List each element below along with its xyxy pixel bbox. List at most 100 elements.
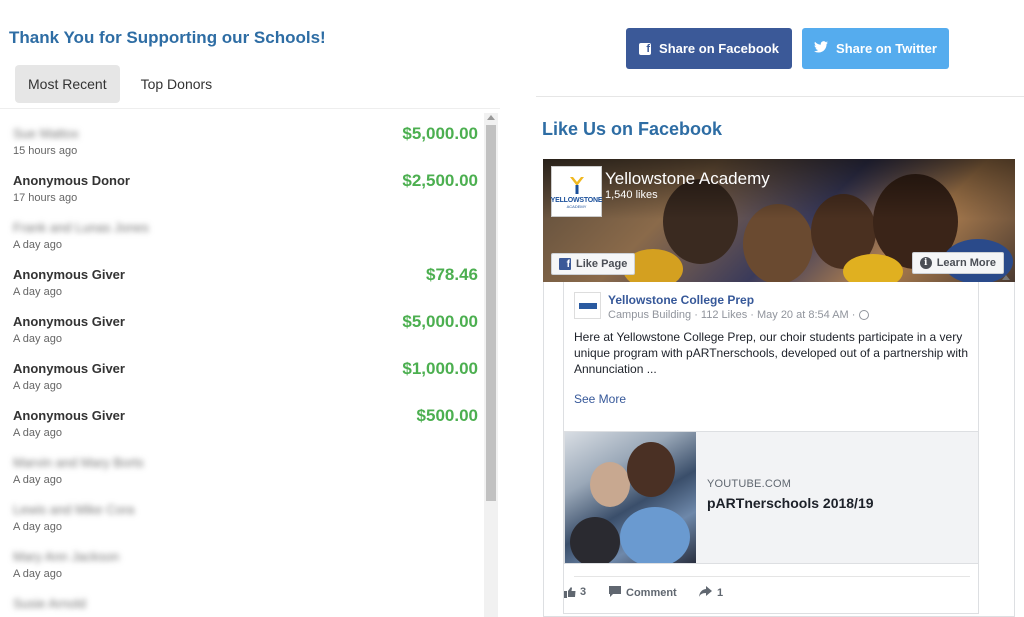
post-author-avatar[interactable] [574,292,601,319]
yellowstone-logo-icon [567,175,587,195]
donor-time: A day ago [13,568,62,580]
donor-time: A day ago [13,333,62,345]
divider [0,108,500,109]
list-item: Anonymous Giver A day ago $500.00 [0,395,484,442]
donor-tabs: Most Recent Top Donors [15,65,225,103]
share-twitter-label: Share on Twitter [836,41,937,56]
divider [536,96,1024,97]
donor-amount: $5,000.00 [402,312,478,331]
share-arrow-icon [699,586,712,600]
share-on-facebook-button[interactable]: f Share on Facebook [626,28,792,69]
like-page-label: Like Page [576,258,628,270]
list-item: Susie Arnold [0,583,484,617]
list-item: Frank and Lunas Jones A day ago [0,207,484,254]
link-thumbnail [565,432,696,563]
list-item: Lewis and Mike Cora A day ago [0,489,484,536]
learn-more-button[interactable]: i Learn More [911,252,1004,274]
thumbnail-shape [620,507,690,563]
like-count: 3 [580,586,587,598]
share-action[interactable]: 1 [699,586,723,600]
page-logo[interactable]: YELLOWSTONE ACADEMY [550,166,603,217]
see-more-link[interactable]: See More [574,392,626,406]
thumbnail-shape [627,442,675,497]
donor-amount: $2,500.00 [402,171,478,190]
scroll-up-icon[interactable] [487,115,495,120]
post-text: Here at Yellowstone College Prep, our ch… [574,330,969,376]
donor-time: 15 hours ago [13,145,78,157]
donor-time: A day ago [13,239,62,251]
post-author[interactable]: Yellowstone College Prep [608,293,754,307]
facebook-post: Yellowstone College Prep Campus Building… [563,282,979,614]
share-count: 1 [717,587,724,599]
like-page-button[interactable]: f Like Page [551,253,636,275]
link-domain: YOUTUBE.COM [707,478,792,490]
comment-label: Comment [626,587,677,599]
link-preview-card[interactable]: YOUTUBE.COM pARTnerschools 2018/19 [564,431,979,564]
thumbnail-shape [570,517,620,563]
donor-amount: $78.46 [426,265,478,284]
facebook-page-likes: 1,540 likes [605,189,658,201]
list-item: Mary Ann Jackson A day ago [0,536,484,583]
donor-name: Lewis and Mike Cora [13,502,135,517]
facebook-icon: f [559,258,571,270]
facebook-icon: f [639,42,652,55]
donor-time: A day ago [13,474,62,486]
donor-name: Mary Ann Jackson [13,549,120,564]
donor-panel: Thank You for Supporting our Schools! Mo… [0,0,500,617]
logo-subtext: ACADEMY [566,203,587,209]
list-item: Anonymous Donor 17 hours ago $2,500.00 [0,160,484,207]
post-meta-text: Campus Building · 112 Likes · May 20 at … [608,309,856,321]
donor-name: Frank and Lunas Jones [13,220,149,235]
page: Thank You for Supporting our Schools! Mo… [0,0,1024,617]
avatar-logo [578,302,597,309]
list-item: Sue Mattox 15 hours ago $5,000.00 [0,113,484,160]
donor-list[interactable]: Sue Mattox 15 hours ago $5,000.00 Anonym… [0,113,484,617]
list-item: Marvin and Mary Borts A day ago [0,442,484,489]
donor-name: Sue Mattox [13,126,79,141]
list-item: Anonymous Giver A day ago $78.46 [0,254,484,301]
donor-time: 17 hours ago [13,192,78,204]
share-facebook-label: Share on Facebook [659,41,779,56]
donor-list-scrollbar[interactable] [484,113,498,617]
facebook-section-title: Like Us on Facebook [542,119,723,139]
donor-name: Anonymous Giver [13,408,125,423]
thumbs-up-icon [564,586,576,598]
donor-name: Anonymous Giver [13,267,125,282]
comment-action[interactable]: Comment [609,586,677,600]
list-item: Anonymous Giver A day ago $1,000.00 [0,348,484,395]
comment-icon [609,586,621,600]
divider [574,576,970,577]
list-item: Anonymous Giver A day ago $5,000.00 [0,301,484,348]
donor-amount: $5,000.00 [402,124,478,143]
donor-time: A day ago [13,380,62,392]
facebook-page-name[interactable]: Yellowstone Academy [605,169,770,189]
donor-name: Marvin and Mary Borts [13,455,144,470]
donor-name: Susie Arnold [13,596,86,611]
thumbnail-shape [590,462,630,507]
donor-name: Anonymous Donor [13,173,130,188]
donor-name: Anonymous Giver [13,361,125,376]
post-meta: Campus Building · 112 Likes · May 20 at … [608,309,870,321]
learn-more-label: Learn More [936,257,996,269]
cover-photo-shape [843,254,903,282]
donor-name: Anonymous Giver [13,314,125,329]
scrollbar-thumb[interactable] [486,125,496,501]
donor-amount: $1,000.00 [402,359,478,378]
facebook-cover-photo[interactable]: YELLOWSTONE ACADEMY Yellowstone Academy … [543,159,1015,282]
like-action[interactable]: 3 [564,586,586,598]
link-title[interactable]: pARTnerschools 2018/19 [707,495,874,511]
tab-top-donors[interactable]: Top Donors [128,65,226,103]
widget-scroll-up-icon[interactable] [1002,275,1010,280]
info-icon: i [919,257,932,269]
page-title: Thank You for Supporting our Schools! [9,28,326,47]
tab-most-recent[interactable]: Most Recent [15,65,120,103]
post-actions: 3 Comment 1 [564,584,980,604]
globe-icon [859,310,870,320]
donor-time: A day ago [13,427,62,439]
donor-amount: $500.00 [416,406,478,425]
logo-text: YELLOWSTONE [550,196,603,204]
share-on-twitter-button[interactable]: Share on Twitter [802,28,949,69]
twitter-icon [814,41,829,56]
donor-time: A day ago [13,286,62,298]
donor-time: A day ago [13,521,62,533]
